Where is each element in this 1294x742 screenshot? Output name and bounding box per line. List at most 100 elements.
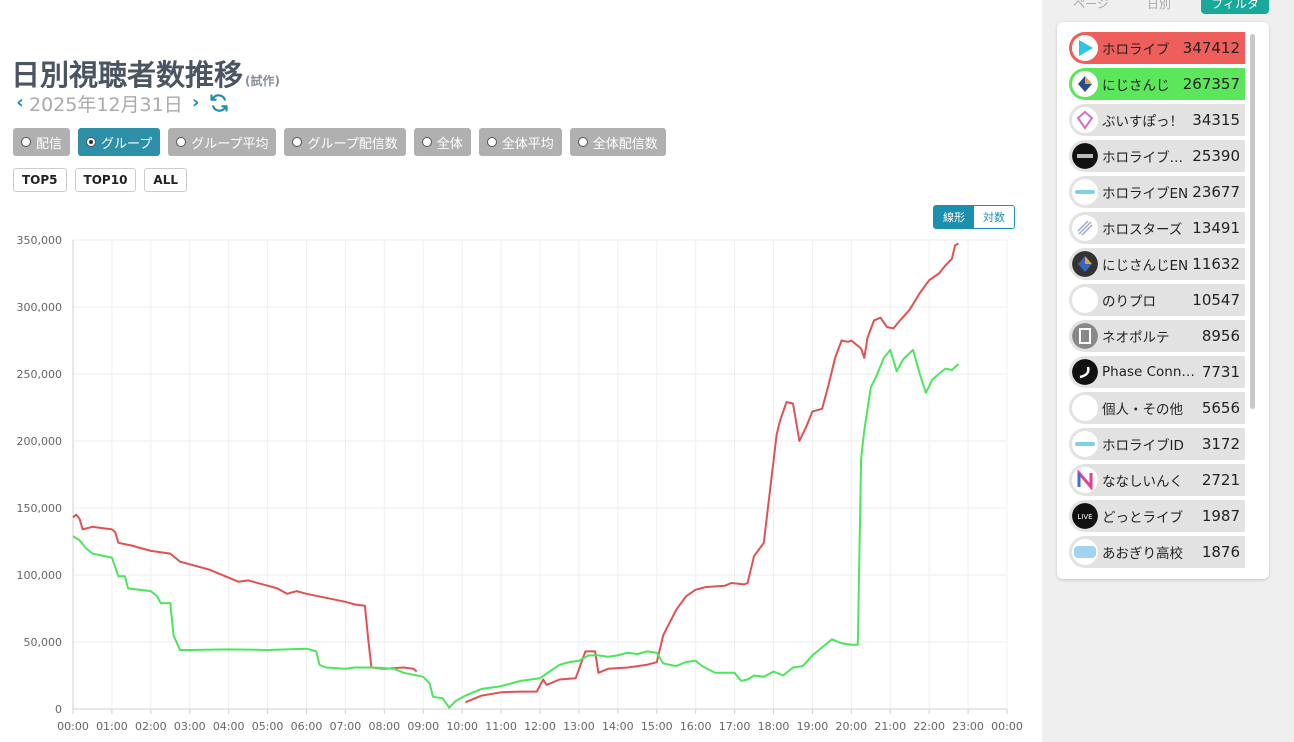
page-title: 日別視聴者数推移 (試作): [11, 58, 280, 92]
radio-icon: [421, 137, 432, 147]
x-tick-label: 22:00: [913, 720, 945, 733]
group-value: 267357: [1182, 75, 1240, 93]
group-value: 347412: [1182, 39, 1240, 57]
x-tick-label: 01:00: [96, 720, 128, 733]
group-name: ななしいんく: [1102, 474, 1183, 490]
group-value: 25390: [1192, 147, 1240, 165]
group-name: ホロライブEN: [1102, 186, 1189, 202]
mode-button-6[interactable]: 全体配信数: [569, 128, 666, 156]
x-tick-label: 07:00: [330, 720, 362, 733]
x-tick-label: 00:00: [57, 720, 89, 733]
sidebar-tab-0[interactable]: ページ: [1057, 0, 1125, 14]
x-tick-label: 05:00: [252, 720, 284, 733]
group-value: 5656: [1201, 399, 1240, 417]
x-tick-label: 04:00: [213, 720, 245, 733]
top-button-top10[interactable]: TOP10: [74, 168, 137, 192]
chevron-right-icon[interactable]: ›: [189, 93, 203, 113]
group-item[interactable]: ホロライブEN 23677: [1069, 176, 1245, 208]
group-item[interactable]: ぶいすぽっ！ 34315: [1069, 104, 1245, 136]
group-list: ホロライブ 347412 にじさんじ 267357 ぶいすぽっ！ 34315 ホロライブ… 2…: [1069, 32, 1245, 572]
x-tick-label: 21:00: [874, 720, 906, 733]
group-value: 1876: [1201, 543, 1240, 561]
holodev-icon: [1072, 143, 1098, 169]
group-value: 23677: [1192, 183, 1240, 201]
group-item[interactable]: 個人・その他 5656: [1069, 392, 1245, 424]
group-name: ホロライブ: [1102, 42, 1170, 58]
x-tick-label: 03:00: [174, 720, 206, 733]
mode-label: 配信: [36, 136, 63, 152]
group-item[interactable]: LIVE どっとライブ 1987: [1069, 500, 1245, 532]
group-item[interactable]: のりプロ 10547: [1069, 284, 1245, 316]
mode-button-3[interactable]: グループ配信数: [284, 128, 406, 156]
hololive-en-icon: [1072, 179, 1098, 205]
refresh-icon[interactable]: [209, 93, 229, 113]
mode-button-5[interactable]: 全体平均: [478, 128, 562, 156]
mode-label: 全体配信数: [592, 136, 658, 152]
group-value: 34315: [1192, 111, 1240, 129]
group-name: ぶいすぽっ！: [1102, 114, 1183, 130]
radio-icon: [86, 137, 97, 147]
x-tick-label: 19:00: [797, 720, 829, 733]
group-value: 2721: [1201, 471, 1240, 489]
mode-button-0[interactable]: 配信: [13, 128, 71, 156]
current-date: 2025年12月31日: [29, 93, 183, 116]
title-note: (試作): [245, 74, 280, 88]
sidebar-tab-1[interactable]: 日別: [1125, 0, 1193, 14]
group-item[interactable]: ホロスターズ 13491: [1069, 212, 1245, 244]
mode-button-1[interactable]: グループ: [78, 128, 161, 156]
sidebar-tabs: ページ 日別 フィルタ: [1057, 0, 1269, 14]
nijisanji-en-icon: [1072, 251, 1098, 277]
sidebar-tab-2[interactable]: フィルタ: [1201, 0, 1269, 14]
x-tick-label: 20:00: [835, 720, 867, 733]
top-button-all[interactable]: ALL: [144, 168, 188, 192]
y-tick-label: 300,000: [17, 301, 63, 314]
x-tick-label: 10:00: [446, 720, 478, 733]
group-name: あおぎり高校: [1102, 546, 1183, 562]
chevron-left-icon[interactable]: ‹: [13, 93, 27, 113]
group-name: Phase Connect: [1102, 364, 1198, 380]
group-item[interactable]: ホロライブ… 25390: [1069, 140, 1245, 172]
group-value: 1987: [1201, 507, 1240, 525]
y-tick-label: 0: [55, 703, 62, 716]
group-value: 7731: [1201, 363, 1240, 381]
radio-icon: [21, 137, 31, 147]
group-item[interactable]: にじさんじ 267357: [1069, 68, 1245, 100]
x-tick-label: 08:00: [368, 720, 400, 733]
x-tick-label: 06:00: [291, 720, 323, 733]
radio-icon: [176, 137, 187, 147]
y-tick-label: 150,000: [17, 502, 63, 515]
group-name: ホロスターズ: [1102, 222, 1183, 238]
mode-button-4[interactable]: 全体: [413, 128, 471, 156]
neoporte-icon: [1072, 323, 1098, 349]
phase-connect-icon: [1072, 359, 1098, 385]
mode-label: 全体: [436, 136, 463, 152]
svg-text:LIVE: LIVE: [1077, 513, 1092, 521]
group-name: のりプロ: [1102, 294, 1156, 310]
group-item[interactable]: ホロライブID 3172: [1069, 428, 1245, 460]
mode-selector: 配信 グループ グループ平均 グループ配信数 全体 全体平均 全体配信数: [13, 128, 666, 156]
noripro-icon: [1072, 287, 1098, 313]
group-item[interactable]: にじさんじEN 11632: [1069, 248, 1245, 280]
group-name: ネオポルテ: [1102, 330, 1170, 346]
group-item[interactable]: あおぎり高校 1876: [1069, 536, 1245, 568]
group-value: 11632: [1192, 255, 1240, 273]
hololive-play-icon: [1072, 35, 1098, 61]
group-value: 13491: [1192, 219, 1240, 237]
group-item[interactable]: ネオポルテ 8956: [1069, 320, 1245, 352]
top-button-top5[interactable]: TOP5: [13, 168, 67, 192]
y-tick-label: 200,000: [17, 435, 63, 448]
x-tick-label: 09:00: [407, 720, 439, 733]
group-name: ホロライブ…: [1102, 150, 1183, 166]
group-name: 個人・その他: [1102, 402, 1183, 418]
mode-button-2[interactable]: グループ平均: [168, 128, 277, 156]
group-item[interactable]: ホロライブ 347412: [1069, 32, 1245, 64]
group-item[interactable]: Phase Connect 7731: [1069, 356, 1245, 388]
group-name: ホロライブID: [1102, 438, 1184, 454]
mode-label: 全体平均: [501, 136, 554, 152]
list-scrollbar[interactable]: [1250, 34, 1255, 409]
group-item[interactable]: ななしいんく 2721: [1069, 464, 1245, 496]
x-tick-label: 17:00: [719, 720, 751, 733]
top-filter: TOP5 TOP10 ALL: [13, 168, 188, 192]
dotlive-icon: LIVE: [1072, 503, 1098, 529]
x-tick-label: 00:00: [991, 720, 1023, 733]
